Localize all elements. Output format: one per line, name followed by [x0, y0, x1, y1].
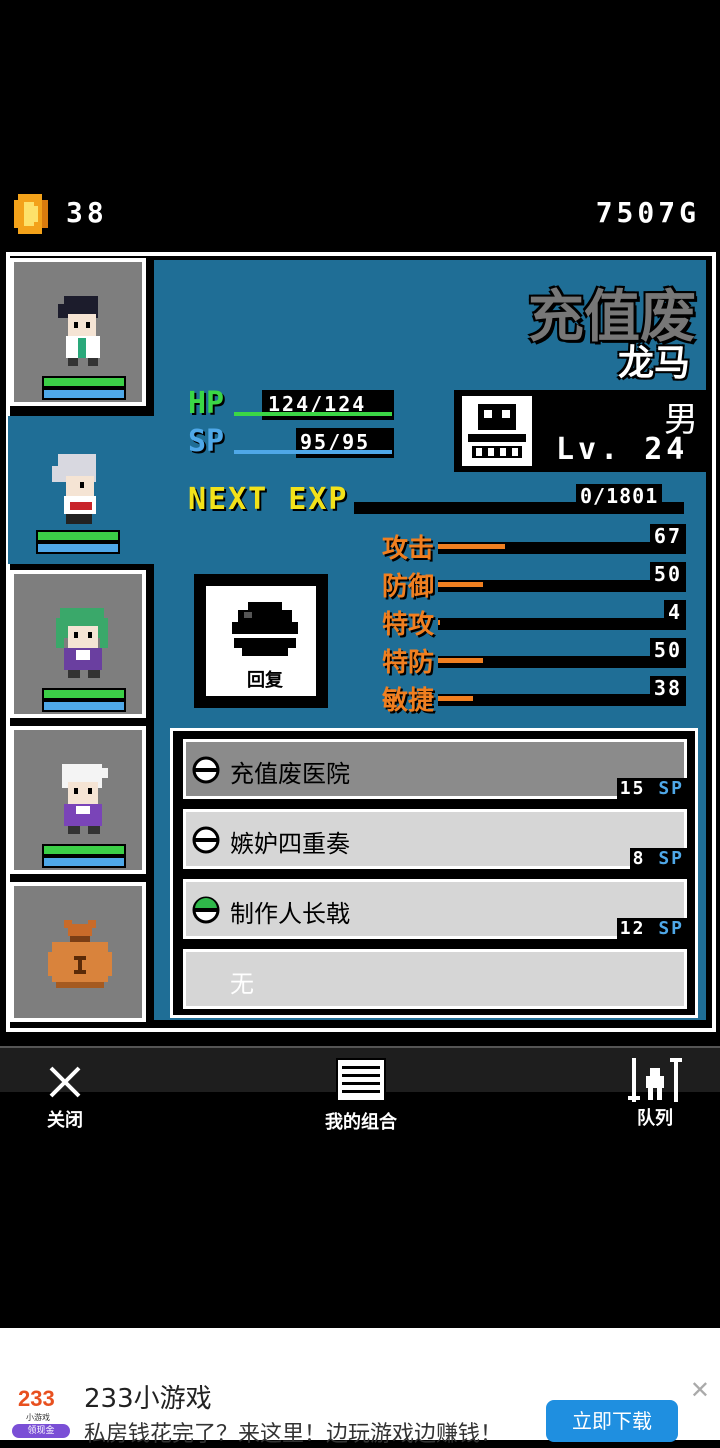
skill-name: 充值废医院: [230, 760, 350, 788]
sp-label: SP: [188, 424, 225, 459]
attr-bar-speed: [438, 694, 686, 706]
party-slot-2[interactable]: [8, 416, 158, 564]
white-ball-icon: [192, 826, 220, 854]
close-ad-icon[interactable]: ✕: [690, 1376, 710, 1404]
coin-icon: [14, 194, 48, 234]
sp-line: [234, 450, 392, 454]
attr-bar-sp-attack: [438, 618, 686, 630]
skill-name: 嫉妒四重奏: [230, 830, 350, 858]
hp-bar: [42, 688, 126, 700]
character-portrait: [58, 296, 100, 366]
white-ball-icon: [192, 756, 220, 784]
skill-item[interactable]: 嫉妒四重奏 8 SP: [181, 807, 689, 871]
recover-label: 回复: [247, 670, 283, 691]
bag-icon: [48, 920, 112, 988]
skill-cost: 12 SP: [616, 918, 687, 939]
attr-label-attack: 攻击: [382, 534, 435, 564]
character-portrait: [56, 608, 108, 678]
skull-icon: [462, 396, 532, 466]
attr-label-defense: 防御: [382, 572, 435, 602]
skill-cost: 8 SP: [629, 848, 687, 869]
inventory-bag-slot[interactable]: [10, 882, 146, 1022]
my-combo-label: 我的组合: [325, 1112, 397, 1133]
skill-name: 无: [230, 970, 254, 998]
character-subname: 龙马: [617, 343, 690, 384]
attr-value-attack: 67: [649, 524, 686, 548]
team-icon: [628, 1058, 682, 1102]
skill-item-empty[interactable]: 无: [181, 947, 689, 1011]
hp-line: [234, 412, 392, 416]
attr-value-sp-defense: 50: [649, 638, 686, 662]
hp-label: HP: [188, 386, 225, 421]
skill-name: 制作人长戟: [230, 900, 350, 928]
ad-description: 私房钱花完了？来这里！边玩游戏边赚钱！: [84, 1422, 503, 1447]
sp-bar: [42, 856, 126, 868]
hp-bar: [36, 530, 120, 542]
my-combo-button[interactable]: 我的组合: [296, 1058, 426, 1134]
attr-label-sp-attack: 特攻: [382, 610, 435, 640]
ad-title: 233小游戏: [84, 1384, 212, 1414]
close-button[interactable]: 关闭: [0, 1064, 130, 1132]
close-icon: [49, 1066, 81, 1098]
skill-cost: 15 SP: [616, 778, 687, 799]
close-label: 关闭: [47, 1110, 83, 1131]
team-button[interactable]: 队列: [590, 1056, 720, 1130]
hp-bar: [42, 376, 126, 388]
sp-bar: [36, 542, 120, 554]
skill-list: 充值废医院 15 SP 嫉妒四重奏 8 SP 制作人长戟 12 SP 无: [170, 728, 698, 1018]
level: Lv. 24: [556, 432, 689, 467]
download-button[interactable]: 立即下载: [546, 1400, 678, 1442]
recover-button[interactable]: 回复: [194, 574, 328, 708]
party-slot-4[interactable]: [10, 726, 146, 874]
character-portrait: [52, 454, 96, 524]
attr-value-sp-attack: 4: [663, 600, 686, 624]
attr-bar-sp-defense: [438, 656, 686, 668]
attr-bar-attack: [438, 542, 686, 554]
sp-bar: [42, 700, 126, 712]
character-portrait: [62, 764, 108, 834]
attr-label-sp-defense: 特防: [382, 648, 435, 678]
helmet-icon: [232, 602, 298, 656]
green-ball-icon: [192, 896, 220, 924]
party-slot-3[interactable]: [10, 570, 146, 718]
party-slot-1[interactable]: [10, 258, 146, 406]
next-exp-value: 0/1801: [576, 484, 663, 508]
attr-bar-defense: [438, 580, 686, 592]
skill-item[interactable]: 充值废医院 15 SP: [181, 737, 689, 801]
team-label: 队列: [637, 1108, 673, 1129]
coin-count: 38: [66, 196, 108, 229]
ad-logo: 233 小游戏 领现金: [12, 1386, 70, 1440]
sp-bar: [42, 388, 126, 400]
attr-value-speed: 38: [649, 676, 686, 700]
next-exp-label: NEXT EXP: [188, 482, 349, 517]
gold-amount: 7507G: [595, 196, 700, 229]
list-icon: [336, 1058, 386, 1102]
skill-item[interactable]: 制作人长戟 12 SP: [181, 877, 689, 941]
attr-label-speed: 敏捷: [382, 686, 435, 716]
ad-banner[interactable]: 233 小游戏 领现金 233小游戏 私房钱花完了？来这里！边玩游戏边赚钱！ 立…: [0, 1328, 720, 1447]
hp-bar: [42, 844, 126, 856]
attr-value-defense: 50: [649, 562, 686, 586]
